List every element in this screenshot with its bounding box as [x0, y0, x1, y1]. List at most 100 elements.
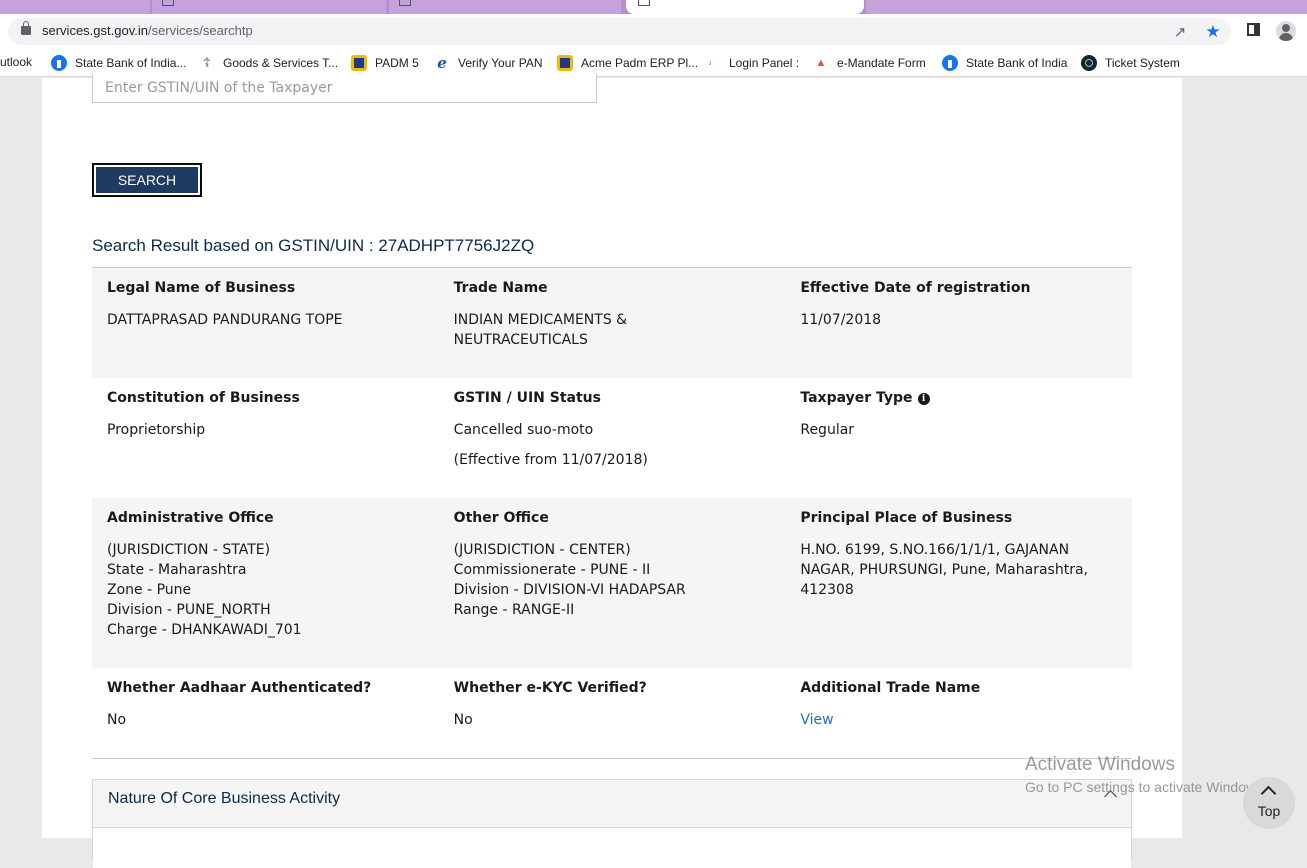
core-business-activity-panel[interactable]: Nature Of Core Business Activity — [92, 779, 1132, 868]
taxpayer-type-cell: Taxpayer Type i Regular — [785, 378, 1132, 498]
mandate-icon: ▲ — [815, 57, 827, 69]
bookmarks-bar: utlook State Bank of India... ☦ Goods & S… — [0, 48, 1307, 77]
status-value: Cancelled suo-moto — [453, 422, 594, 438]
bookmark-item[interactable]: ♩ Login Panel : — [705, 55, 799, 71]
chevron-up-icon — [1260, 785, 1277, 802]
bookmark-item[interactable]: PADM 5 — [351, 55, 419, 71]
browser-tab[interactable] — [0, 0, 150, 14]
field-label: Trade Name — [453, 280, 548, 296]
principal-place-cell: Principal Place of Business H.NO. 6199, … — [785, 498, 1132, 668]
field-label: Whether e-KYC Verified? — [453, 680, 647, 696]
bookmark-item[interactable]: State Bank of India... — [51, 55, 186, 71]
bookmark-label: State Bank of India... — [75, 56, 187, 70]
sbi-icon — [51, 55, 67, 71]
field-label: Administrative Office — [107, 510, 274, 526]
ekyc-cell: Whether e-KYC Verified? No — [439, 668, 786, 758]
lock-icon[interactable] — [21, 21, 31, 35]
principal-place-line: H.NO. 6199, S.NO.166/1/1/1, GAJANAN — [800, 542, 1070, 558]
taxpayer-type-label: Taxpayer Type — [800, 390, 913, 406]
effective-date-cell: Effective Date of registration 11/07/201… — [785, 268, 1132, 378]
info-icon[interactable]: i — [917, 392, 930, 405]
other-office-line: Commissionerate - PUNE - II — [453, 562, 651, 578]
bookmark-item[interactable]: Acme Padm ERP Pl... — [557, 55, 698, 71]
bookmark-label: Goods & Services T... — [223, 56, 339, 70]
bookmark-item[interactable]: utlook — [0, 55, 32, 69]
other-office-line: Division - DIVISION-VI HADAPSAR — [453, 582, 686, 598]
details-row: Constitution of Business Proprietorship … — [92, 378, 1132, 498]
admin-office-line: State - Maharashtra — [107, 562, 247, 578]
bookmark-label: PADM 5 — [375, 56, 419, 70]
admin-office-line: (JURISDICTION - STATE) — [107, 542, 271, 558]
ie-icon: e — [437, 54, 447, 72]
search-result-title: Search Result based on GSTIN/UIN : 27ADH… — [92, 236, 535, 255]
bookmark-item[interactable]: ☦ Goods & Services T... — [199, 55, 338, 71]
other-office-line: (JURISDICTION - CENTER) — [453, 542, 631, 558]
bookmark-label: State Bank of India — [966, 56, 1068, 70]
search-button[interactable]: SEARCH — [92, 163, 202, 197]
aadhaar-cell: Whether Aadhaar Authenticated? No — [92, 668, 439, 758]
bookmark-item[interactable]: e Verify Your PAN — [434, 54, 542, 72]
share-icon[interactable]: ↗ — [1171, 23, 1189, 41]
react-icon — [1081, 55, 1097, 71]
padm-icon — [351, 55, 367, 71]
bookmark-star-icon[interactable]: ★ — [1204, 23, 1222, 41]
side-panel-icon[interactable] — [1247, 23, 1260, 36]
details-row: Legal Name of Business DATTAPRASAD PANDU… — [92, 268, 1132, 378]
field-label: Other Office — [453, 510, 549, 526]
bookmark-item[interactable]: Ticket System — [1081, 55, 1180, 71]
bookmark-label: Ticket System — [1105, 56, 1180, 70]
field-label: Effective Date of registration — [800, 280, 1031, 296]
principal-place-line: NAGAR, PHURSUNGI, Pune, Maharashtra, — [800, 562, 1088, 578]
login-icon: ♩ — [708, 57, 718, 68]
trade-name-value: INDIAN MEDICAMENTS & NEUTRACEUTICALS — [454, 310, 771, 350]
field-label: Constitution of Business — [107, 390, 300, 406]
taxpayer-type-value: Regular — [800, 422, 855, 438]
url-text: services.gst.gov.in/services/searchtp — [42, 23, 253, 38]
trade-name-cell: Trade Name INDIAN MEDICAMENTS & NEUTRACE… — [439, 268, 786, 378]
address-bar[interactable]: services.gst.gov.in/services/searchtp ↗ … — [8, 18, 1231, 45]
browser-tab-strip — [0, 0, 1307, 14]
additional-trade-value: View — [800, 710, 1117, 730]
details-row: Whether Aadhaar Authenticated? No Whethe… — [92, 668, 1132, 759]
ekyc-value: No — [453, 712, 473, 728]
url-host: services.gst.gov.in — [42, 23, 148, 38]
browser-tab-active[interactable] — [626, 0, 864, 14]
details-row: Administrative Office (JURISDICTION - ST… — [92, 498, 1132, 668]
core-business-activity-heading: Nature Of Core Business Activity — [108, 790, 341, 807]
status-effective: (Effective from 11/07/2018) — [453, 452, 648, 468]
browser-tab[interactable] — [389, 0, 621, 14]
field-label: Taxpayer Type i — [800, 390, 1117, 407]
sbi-icon — [942, 55, 958, 71]
trade-name-line: NEUTRACEUTICALS — [453, 332, 588, 348]
field-label: Additional Trade Name — [800, 680, 981, 696]
status-cell: GSTIN / UIN Status Cancelled suo-moto (E… — [439, 378, 786, 498]
bookmark-label: utlook — [0, 55, 33, 69]
bookmark-label: Login Panel : — [729, 56, 800, 70]
browser-tab[interactable] — [152, 0, 386, 14]
legal-name-value: DATTAPRASAD PANDURANG TOPE — [107, 312, 343, 328]
legal-name-cell: Legal Name of Business DATTAPRASAD PANDU… — [92, 268, 439, 378]
constitution-cell: Constitution of Business Proprietorship — [92, 378, 439, 498]
bookmark-item[interactable]: State Bank of India — [942, 55, 1067, 71]
tab-favicon-icon — [399, 0, 411, 6]
other-office-value: (JURISDICTION - CENTER) Commissionerate … — [454, 540, 771, 620]
view-trade-name-link[interactable]: View — [800, 712, 833, 728]
admin-office-cell: Administrative Office (JURISDICTION - ST… — [92, 498, 439, 668]
bookmark-item[interactable]: ▲ e-Mandate Form — [813, 55, 926, 71]
additional-trade-cell: Additional Trade Name View — [785, 668, 1132, 758]
field-label: Principal Place of Business — [800, 510, 1013, 526]
chevron-up-icon[interactable] — [1104, 790, 1117, 803]
tab-favicon-icon — [638, 0, 650, 6]
bookmark-label: e-Mandate Form — [837, 56, 926, 70]
browser-tab[interactable] — [866, 0, 1307, 14]
profile-avatar-icon[interactable] — [1276, 21, 1296, 41]
constitution-value: Proprietorship — [107, 422, 206, 438]
gst-emblem-icon: ☦ — [202, 55, 212, 70]
padm-icon — [557, 55, 573, 71]
aadhaar-value: No — [107, 712, 127, 728]
admin-office-value: (JURISDICTION - STATE) State - Maharasht… — [107, 540, 424, 640]
trade-name-line: INDIAN MEDICAMENTS & — [453, 312, 628, 328]
page-content: SEARCH Search Result based on GSTIN/UIN … — [42, 74, 1182, 868]
scroll-to-top-button[interactable]: Top — [1243, 777, 1295, 829]
gstin-search-input[interactable] — [92, 74, 597, 103]
